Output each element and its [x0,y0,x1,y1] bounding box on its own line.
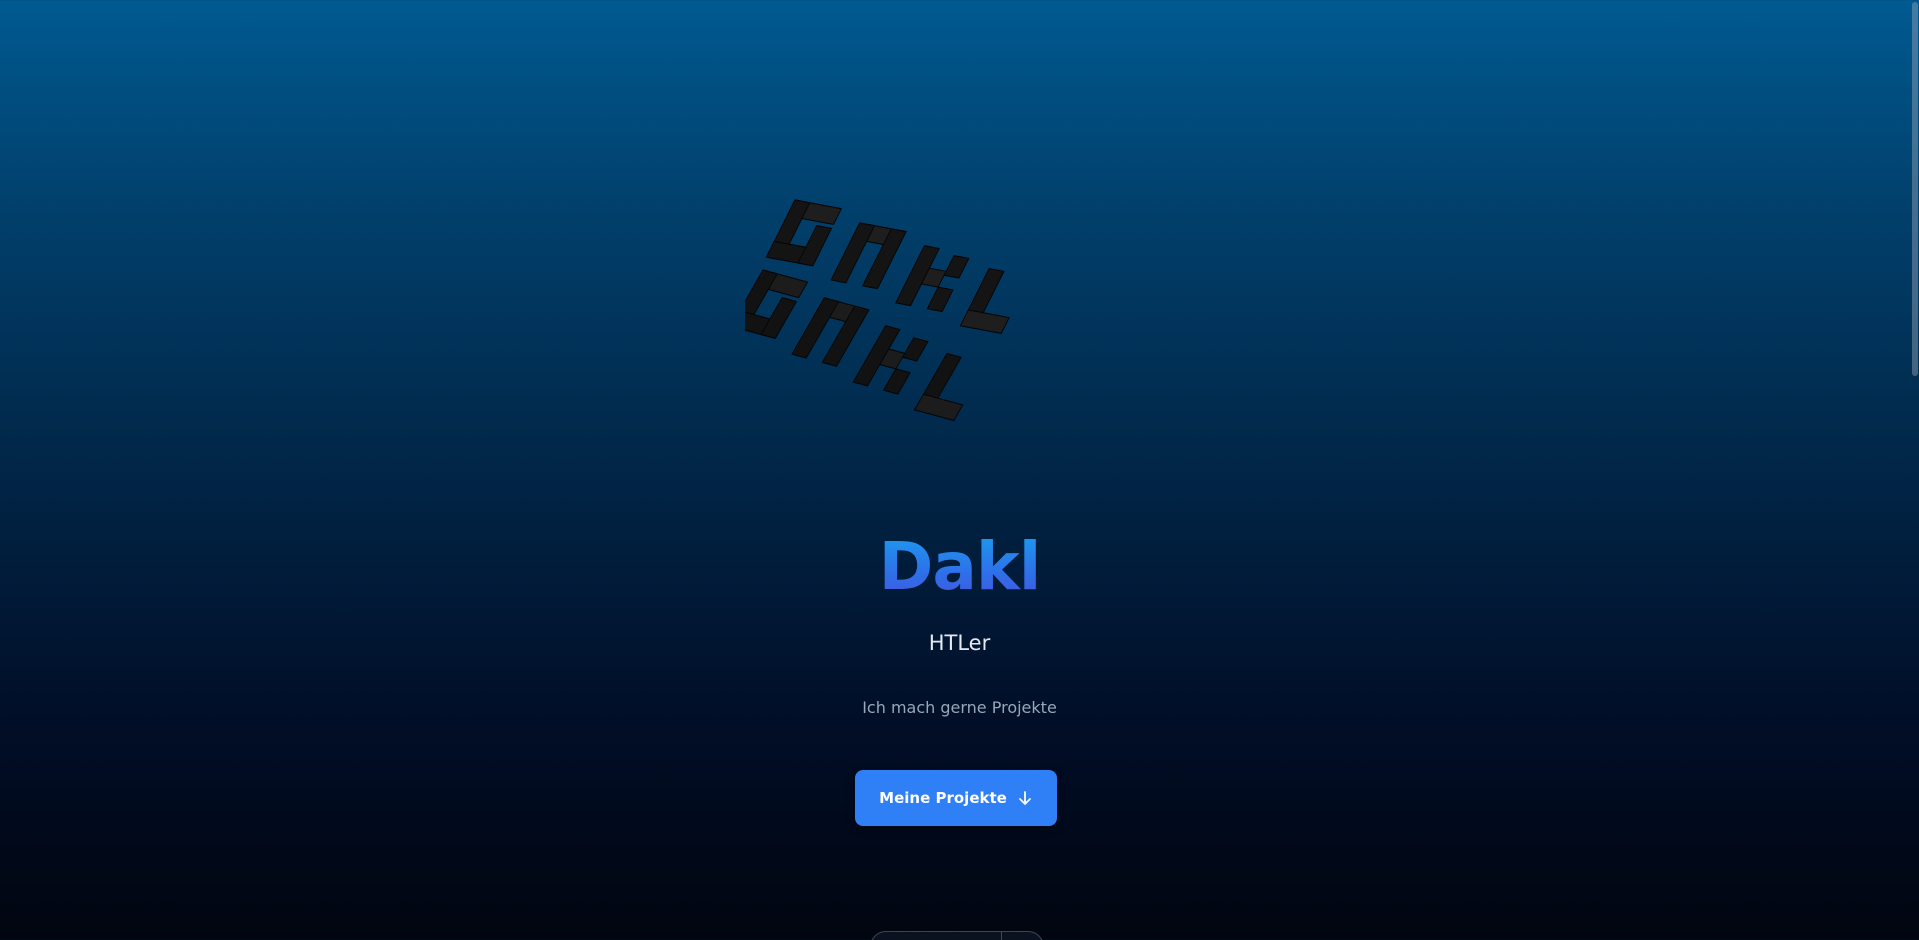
hero-section: Dakl HTLer Ich mach gerne Projekte Meine… [0,0,1919,940]
scrollbar-thumb[interactable] [1912,2,1918,376]
arrow-down-icon [1017,790,1033,806]
page-title: Dakl [0,527,1919,607]
blocky-3d-logo-icon [729,185,1105,430]
my-projects-button-label: Meine Projekte [879,789,1007,807]
page-subtitle: HTLer [928,631,991,655]
page-scrollbar[interactable] [1911,0,1919,940]
page-tagline: Ich mach gerne Projekte [862,698,1057,717]
my-projects-button[interactable]: Meine Projekte [855,770,1057,826]
scroll-hint-divider [1001,932,1002,940]
scroll-hint-pill[interactable] [870,931,1044,940]
